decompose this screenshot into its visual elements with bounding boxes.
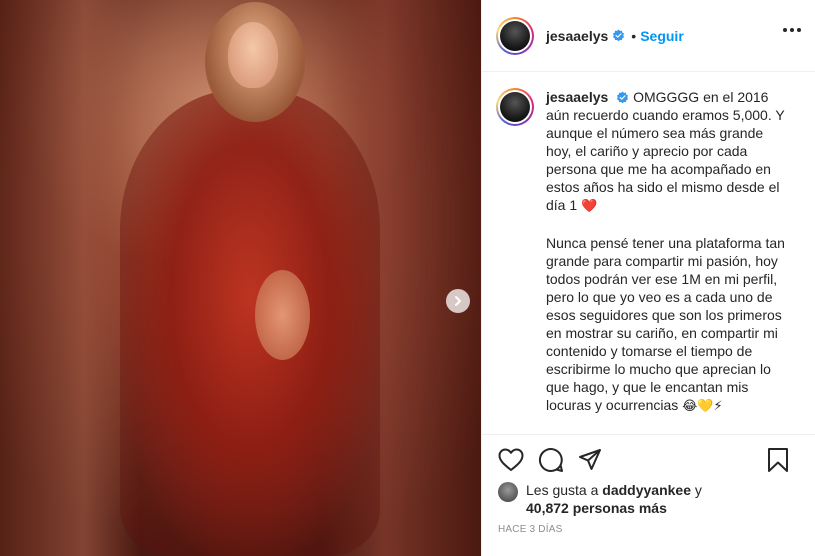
caption-paragraph-2: Nunca pensé tener una plataforma tan gra… [546,234,792,416]
comment-button[interactable] [538,447,564,473]
post-header: jesaaelys • Seguir [482,0,815,72]
paper-plane-icon [579,449,601,470]
caption: jesaaelys OMGGGG en el 2016 aún recuerdo… [496,88,803,434]
caption-body-1: OMGGGG en el 2016 aún recuerdo cuando er… [546,89,785,213]
chevron-right-icon [455,296,461,306]
caption-emojis: 😂💛⚡ [682,399,723,414]
verified-badge-icon [617,91,629,104]
next-photo-button[interactable] [446,289,470,313]
heart-icon [498,448,524,471]
panel-divider [482,434,815,435]
liker-avatar[interactable] [498,482,518,502]
likes-text: Les gusta a daddyyankee y 40,872 persona… [526,481,702,517]
author-avatar[interactable] [496,16,534,55]
more-options-icon[interactable] [783,28,801,32]
caption-author-avatar[interactable] [496,88,534,126]
verified-badge-icon [613,29,625,42]
follow-button[interactable]: Seguir [640,28,684,44]
caption-username[interactable]: jesaaelys [546,89,608,105]
action-bar [498,446,803,474]
photo-leg [255,270,310,360]
bookmark-icon [768,448,788,472]
save-button[interactable] [767,447,789,473]
photo-background-curtain-left [0,0,140,556]
author-username[interactable]: jesaaelys [546,28,608,44]
likes-connector: y [694,482,702,498]
post-side-panel: jesaaelys • Seguir jesaaelys OMGGGG en e… [481,0,815,556]
likes-count[interactable]: 40,872 personas más [526,500,667,516]
likes-summary: Les gusta a daddyyankee y 40,872 persona… [498,481,803,517]
liker-username[interactable]: daddyyankee [602,482,691,498]
red-heart-emoji: ❤️ [581,199,598,214]
header-separator: • [631,27,637,44]
likes-prefix: Les gusta a [526,482,599,498]
avatar-image [500,92,530,122]
photo-face [228,22,278,88]
comment-icon [538,447,563,472]
post-photo[interactable] [0,0,481,556]
post-timestamp[interactable]: Hace 3 días [498,524,562,535]
caption-paragraph-1: jesaaelys OMGGGG en el 2016 aún recuerdo… [546,88,792,216]
caption-text: jesaaelys OMGGGG en el 2016 aún recuerdo… [546,88,792,434]
caption-body-2: Nunca pensé tener una plataforma tan gra… [546,235,785,413]
share-button[interactable] [578,448,602,472]
avatar-image [500,20,530,51]
photo-dress [120,90,380,556]
like-button[interactable] [498,448,524,472]
